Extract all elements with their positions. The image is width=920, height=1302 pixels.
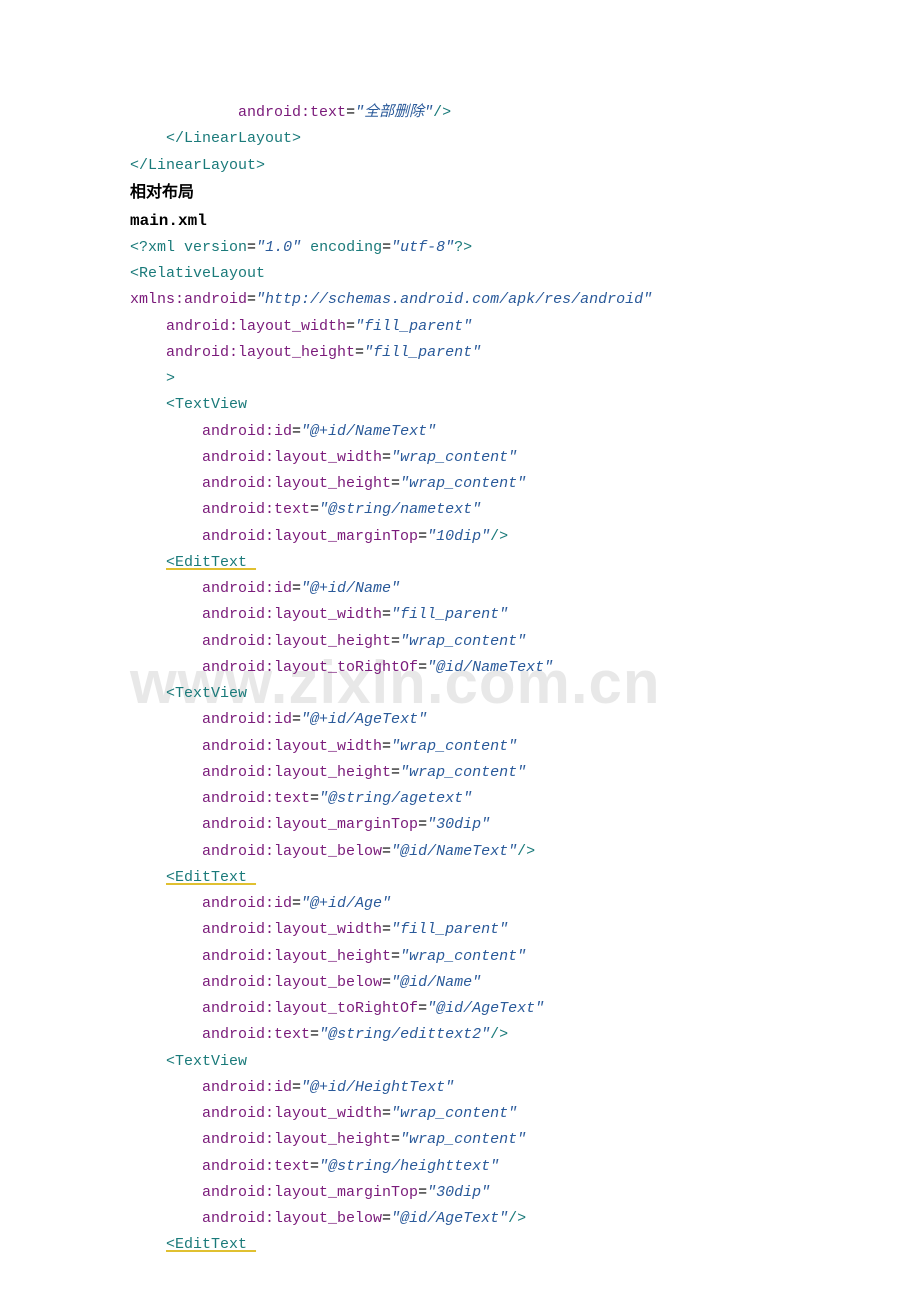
code-line: android:layout_marginTop="10dip"/> [130, 524, 900, 550]
code-line: android:layout_width="fill_parent" [130, 917, 900, 943]
code-line: android:layout_marginTop="30dip" [130, 1180, 900, 1206]
code-line: android:layout_width="fill_parent" [130, 602, 900, 628]
code-line: android:layout_height="wrap_content" [130, 944, 900, 970]
xml-value: "全部删除" [355, 104, 433, 121]
code-line: xmlns:android="http://schemas.android.co… [130, 287, 900, 313]
xml-attr: android:text [238, 104, 346, 121]
code-line: android:text="@string/edittext2"/> [130, 1022, 900, 1048]
code-line: android:layout_marginTop="30dip" [130, 812, 900, 838]
code-line: android:layout_width="wrap_content" [130, 734, 900, 760]
code-line: <TextView [130, 392, 900, 418]
code-line: android:layout_height="fill_parent" [130, 340, 900, 366]
code-line: android:layout_height="wrap_content" [130, 760, 900, 786]
code-line: android:id="@+id/AgeText" [130, 707, 900, 733]
code-line: android:layout_width="fill_parent" [130, 314, 900, 340]
edittext-tag: <EditText [166, 554, 256, 571]
code-line: android:layout_height="wrap_content" [130, 1127, 900, 1153]
section-heading: 相对布局 [130, 179, 900, 207]
code-line: <EditText [130, 1232, 900, 1258]
code-line: android:text="@string/nametext" [130, 497, 900, 523]
code-line: android:layout_below="@id/AgeText"/> [130, 1206, 900, 1232]
code-line: android:layout_height="wrap_content" [130, 629, 900, 655]
code-line: <TextView [130, 681, 900, 707]
code-line: <EditText [130, 550, 900, 576]
edittext-tag: <EditText [166, 869, 256, 886]
code-line: android:layout_height="wrap_content" [130, 471, 900, 497]
code-line: </LinearLayout> [130, 153, 900, 179]
code-line: android:layout_width="wrap_content" [130, 445, 900, 471]
code-line: android:id="@+id/NameText" [130, 419, 900, 445]
filename-heading: main.xml [130, 207, 900, 235]
code-line: android:text="全部删除"/> [130, 100, 900, 126]
code-line: android:id="@+id/Age" [130, 891, 900, 917]
code-line: android:layout_toRightOf="@id/NameText" [130, 655, 900, 681]
code-line: <?xml version="1.0" encoding="utf-8"?> [130, 235, 900, 261]
code-line: <TextView [130, 1049, 900, 1075]
code-line: android:layout_toRightOf="@id/AgeText" [130, 996, 900, 1022]
code-line: > [130, 366, 900, 392]
code-line: android:text="@string/agetext" [130, 786, 900, 812]
code-line: android:layout_below="@id/Name" [130, 970, 900, 996]
code-line: android:id="@+id/Name" [130, 576, 900, 602]
code-line: android:id="@+id/HeightText" [130, 1075, 900, 1101]
code-line: android:layout_width="wrap_content" [130, 1101, 900, 1127]
code-line: <RelativeLayout [130, 261, 900, 287]
edittext-tag: <EditText [166, 1236, 256, 1253]
code-line: android:text="@string/heighttext" [130, 1154, 900, 1180]
code-line: android:layout_below="@id/NameText"/> [130, 839, 900, 865]
code-content: android:text="全部删除"/> </LinearLayout> </… [0, 100, 920, 1259]
code-line: <EditText [130, 865, 900, 891]
code-line: </LinearLayout> [130, 126, 900, 152]
